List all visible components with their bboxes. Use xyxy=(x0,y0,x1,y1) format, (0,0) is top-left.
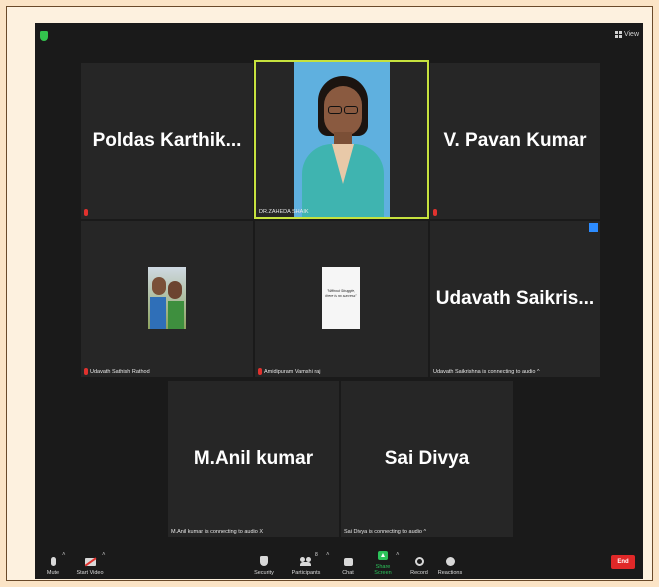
share-options-caret-icon[interactable]: ˄ xyxy=(396,552,400,558)
participant-name: V. Pavan Kumar xyxy=(443,130,587,151)
quote-text: "Without Struggle, there is no success" xyxy=(325,289,357,298)
participants-caret-icon[interactable]: ˄ xyxy=(326,552,330,558)
muted-mic-icon xyxy=(84,368,88,375)
chat-icon xyxy=(343,558,353,566)
profile-picture xyxy=(148,267,186,329)
reactions-icon xyxy=(445,557,455,566)
zoom-meeting-window: View Poldas Karthik... DR.ZAHEDA SHAIK V… xyxy=(35,23,643,579)
share-screen-icon xyxy=(378,551,388,560)
tile-caption: Udavath Sathish Rathod xyxy=(84,368,150,375)
record-icon xyxy=(414,557,424,566)
muted-mic-icon xyxy=(258,368,262,375)
more-options-icon[interactable] xyxy=(589,223,598,232)
video-tile-sathish[interactable]: Udavath Sathish Rathod xyxy=(81,221,253,377)
tile-caption: Udavath Saikrishna is connecting to audi… xyxy=(433,369,540,375)
security-shield-icon[interactable] xyxy=(40,31,48,41)
video-tile-vamshi[interactable]: "Without Struggle, there is no success" … xyxy=(255,221,428,377)
video-tile-poldas[interactable]: Poldas Karthik... xyxy=(81,63,253,219)
audio-options-caret-icon[interactable]: ˄ xyxy=(62,552,66,558)
muted-mic-icon xyxy=(433,209,437,216)
video-options-caret-icon[interactable]: ˄ xyxy=(102,552,106,558)
record-button[interactable]: Record xyxy=(409,557,429,576)
mute-button[interactable]: Mute xyxy=(45,557,61,576)
glasses xyxy=(326,106,360,114)
tile-caption: Amidipuram Vamshi raj xyxy=(258,368,320,375)
microphone-icon xyxy=(50,557,56,566)
participants-button[interactable]: Participants xyxy=(291,557,321,576)
video-tile-dr-zaheda[interactable]: DR.ZAHEDA SHAIK xyxy=(254,60,429,219)
start-video-button[interactable]: Start Video xyxy=(75,558,105,576)
reactions-button[interactable]: Reactions xyxy=(437,557,463,576)
video-tile-pavan[interactable]: V. Pavan Kumar xyxy=(430,63,600,219)
chat-button[interactable]: Chat xyxy=(341,558,355,576)
tile-caption: Sai Divya is connecting to audio ^ xyxy=(344,529,427,535)
view-button[interactable]: View xyxy=(614,31,639,38)
video-tile-saikrishna[interactable]: Udavath Saikris... Udavath Saikrishna is… xyxy=(430,221,600,377)
muted-mic-icon xyxy=(84,209,88,216)
profile-picture: "Without Struggle, there is no success" xyxy=(322,267,360,329)
meeting-controls-toolbar: Mute ˄ Start Video ˄ Security Participan… xyxy=(35,543,643,579)
security-button[interactable]: Security xyxy=(253,556,275,576)
video-off-icon xyxy=(84,558,96,566)
screenshot-frame: View Poldas Karthik... DR.ZAHEDA SHAIK V… xyxy=(6,6,653,581)
share-screen-button[interactable]: Share Screen xyxy=(368,551,398,576)
participant-name: Poldas Karthik... xyxy=(92,130,242,151)
video-tile-divya[interactable]: Sai Divya Sai Divya is connecting to aud… xyxy=(341,381,513,537)
grid-view-icon xyxy=(614,31,622,38)
end-meeting-button[interactable]: End xyxy=(611,555,635,569)
view-label: View xyxy=(623,31,639,38)
participants-icon xyxy=(300,557,312,566)
top-bar: View xyxy=(35,23,643,47)
shield-icon xyxy=(260,556,268,566)
participant-name: Udavath Saikris... xyxy=(435,288,595,309)
tile-caption: M.Anil kumar is connecting to audio X xyxy=(171,529,264,535)
participant-name: M.Anil kumar xyxy=(193,448,314,469)
participant-name: Sai Divya xyxy=(384,448,470,469)
video-tile-anil[interactable]: M.Anil kumar M.Anil kumar is connecting … xyxy=(168,381,339,537)
tile-caption: DR.ZAHEDA SHAIK xyxy=(259,209,309,215)
participants-count: 8 xyxy=(315,552,318,558)
